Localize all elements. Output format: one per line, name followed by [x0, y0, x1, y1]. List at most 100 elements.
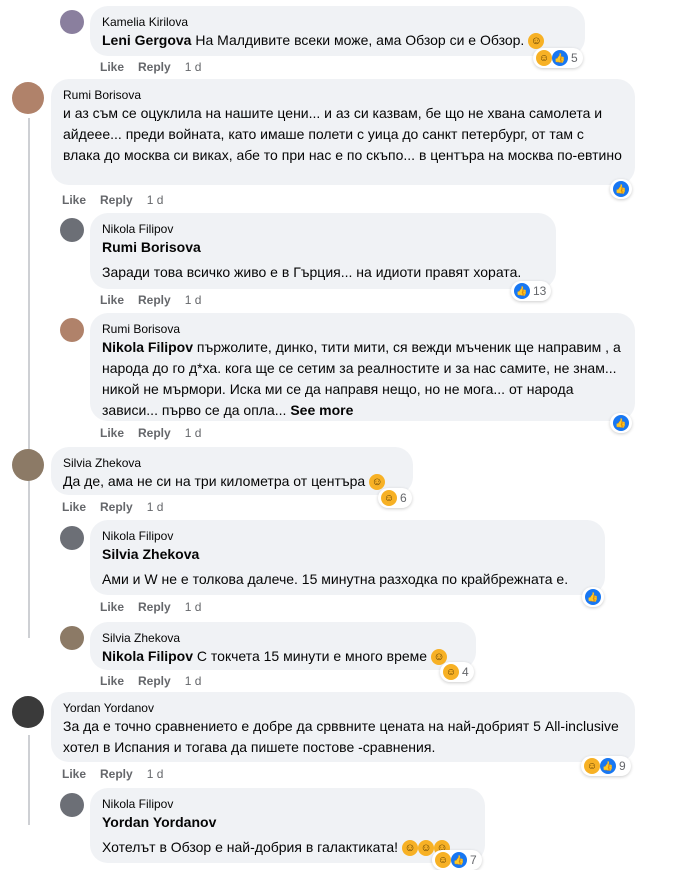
- haha-reaction-icon: ☺: [443, 664, 459, 680]
- laughing-emoji-icon: ☺: [401, 840, 418, 857]
- comment-text: С токчета 15 минути е много време: [193, 648, 428, 664]
- comment-bubble: Kamelia Kirilova Leni Gergova На Малдиви…: [90, 6, 585, 56]
- comment-actions: Like Reply 1 d: [100, 600, 201, 614]
- comment-actions: Like Reply 1 d: [100, 60, 201, 74]
- like-button[interactable]: Like: [62, 767, 86, 781]
- reaction-count: 5: [571, 51, 578, 65]
- reply-button[interactable]: Reply: [138, 60, 171, 74]
- like-reaction-icon: 👍: [613, 415, 629, 431]
- mention-tag[interactable]: Silvia Zhekova: [102, 544, 593, 565]
- reaction-summary[interactable]: 👍 13: [511, 281, 552, 301]
- mention-tag[interactable]: Rumi Borisova: [102, 237, 544, 258]
- mention-tag[interactable]: Nikola Filipov: [102, 339, 193, 355]
- grin-emoji-icon: ☺: [528, 33, 545, 50]
- reaction-summary[interactable]: 👍: [610, 413, 632, 433]
- comment-author[interactable]: Silvia Zhekova: [102, 630, 464, 646]
- comment-text: Ами и W не е толкова далече. 15 минутна …: [102, 571, 569, 587]
- reaction-count: 4: [462, 665, 469, 679]
- laughing-emoji-icon: ☺: [417, 840, 434, 857]
- comment-author[interactable]: Rumi Borisova: [63, 87, 623, 103]
- like-button[interactable]: Like: [62, 500, 86, 514]
- comment-text: Заради това всичко живо е в Гърция... на…: [102, 264, 522, 280]
- mention-tag[interactable]: Yordan Yordanov: [102, 812, 473, 833]
- like-reaction-icon: 👍: [600, 758, 616, 774]
- avatar[interactable]: [60, 10, 84, 34]
- comment-timestamp[interactable]: 1 d: [147, 500, 164, 514]
- comment-author[interactable]: Kamelia Kirilova: [102, 14, 573, 30]
- comment-bubble: Nikola Filipov Yordan Yordanov Хотелът в…: [90, 788, 485, 863]
- like-reaction-icon: 👍: [514, 283, 530, 299]
- comment-text: Да де, ама не си на три километра от цен…: [63, 473, 366, 489]
- comment-bubble: Rumi Borisova и аз съм се оцуклила на на…: [51, 79, 635, 185]
- haha-reaction-icon: ☺: [584, 758, 600, 774]
- like-button[interactable]: Like: [100, 293, 124, 307]
- mention-tag[interactable]: Nikola Filipov: [102, 648, 193, 664]
- comment-actions: Like Reply 1 d: [62, 193, 163, 207]
- comment-author[interactable]: Nikola Filipov: [102, 796, 473, 812]
- comment-text: Хотелът в Обзор е най-добрия в галактика…: [102, 839, 399, 855]
- reaction-summary[interactable]: 👍: [610, 179, 632, 199]
- comment-text: и аз съм се оцуклила на нашите цени... и…: [63, 105, 622, 163]
- see-more-link[interactable]: See more: [290, 402, 353, 418]
- avatar[interactable]: [12, 696, 44, 728]
- comment-timestamp[interactable]: 1 d: [185, 60, 202, 74]
- reaction-summary[interactable]: ☺ 6: [378, 488, 412, 508]
- comment-timestamp[interactable]: 1 d: [185, 600, 202, 614]
- comment-text: За да е точно сравнението е добре да срв…: [63, 718, 619, 755]
- avatar[interactable]: [60, 218, 84, 242]
- haha-reaction-icon: ☺: [381, 490, 397, 506]
- reaction-summary[interactable]: ☺ 👍 5: [533, 48, 583, 68]
- reply-button[interactable]: Reply: [100, 767, 133, 781]
- comment-timestamp[interactable]: 1 d: [185, 674, 202, 688]
- thread-line: [28, 118, 30, 638]
- like-button[interactable]: Like: [62, 193, 86, 207]
- like-button[interactable]: Like: [100, 600, 124, 614]
- comment-bubble: Silvia Zhekova Nikola Filipov С токчета …: [90, 622, 476, 670]
- reaction-count: 6: [400, 491, 407, 505]
- haha-reaction-icon: ☺: [435, 852, 451, 868]
- thread-line: [28, 735, 30, 825]
- reply-button[interactable]: Reply: [138, 674, 171, 688]
- comment-author[interactable]: Yordan Yordanov: [63, 700, 623, 716]
- reaction-summary[interactable]: ☺ 👍 9: [581, 756, 631, 776]
- comment-text: На Малдивите всеки може, ама Обзор си е …: [191, 32, 525, 48]
- comment-bubble: Yordan Yordanov За да е точно сравнениет…: [51, 692, 635, 762]
- comment-timestamp[interactable]: 1 d: [147, 767, 164, 781]
- like-reaction-icon: 👍: [451, 852, 467, 868]
- haha-reaction-icon: ☺: [536, 50, 552, 66]
- comment-bubble: Nikola Filipov Silvia Zhekova Ами и W не…: [90, 520, 605, 595]
- comment-bubble: Rumi Borisova Nikola Filipov пържолите, …: [90, 313, 635, 421]
- comment-timestamp[interactable]: 1 d: [185, 426, 202, 440]
- avatar[interactable]: [12, 82, 44, 114]
- comment-bubble: Silvia Zhekova Да де, ама не си на три к…: [51, 447, 413, 495]
- avatar[interactable]: [60, 526, 84, 550]
- comment-author[interactable]: Rumi Borisova: [102, 321, 623, 337]
- avatar[interactable]: [60, 793, 84, 817]
- reply-button[interactable]: Reply: [100, 500, 133, 514]
- like-button[interactable]: Like: [100, 60, 124, 74]
- comment-author[interactable]: Nikola Filipov: [102, 528, 593, 544]
- comment-actions: Like Reply 1 d: [100, 426, 201, 440]
- avatar[interactable]: [60, 626, 84, 650]
- comment-author[interactable]: Nikola Filipov: [102, 221, 544, 237]
- like-button[interactable]: Like: [100, 674, 124, 688]
- like-button[interactable]: Like: [100, 426, 124, 440]
- comment-actions: Like Reply 1 d: [62, 500, 163, 514]
- reaction-summary[interactable]: ☺ 👍 7: [432, 850, 482, 870]
- comment-author[interactable]: Silvia Zhekova: [63, 455, 401, 471]
- avatar[interactable]: [12, 449, 44, 481]
- reply-button[interactable]: Reply: [138, 426, 171, 440]
- like-reaction-icon: 👍: [552, 50, 568, 66]
- reaction-count: 13: [533, 284, 547, 298]
- comment-timestamp[interactable]: 1 d: [185, 293, 202, 307]
- reply-button[interactable]: Reply: [138, 600, 171, 614]
- reaction-summary[interactable]: ☺ 4: [440, 662, 474, 682]
- avatar[interactable]: [60, 318, 84, 342]
- reply-button[interactable]: Reply: [100, 193, 133, 207]
- mention-tag[interactable]: Leni Gergova: [102, 32, 191, 48]
- reaction-count: 7: [470, 853, 477, 867]
- reply-button[interactable]: Reply: [138, 293, 171, 307]
- reaction-summary[interactable]: 👍: [582, 587, 604, 607]
- like-reaction-icon: 👍: [585, 589, 601, 605]
- comment-timestamp[interactable]: 1 d: [147, 193, 164, 207]
